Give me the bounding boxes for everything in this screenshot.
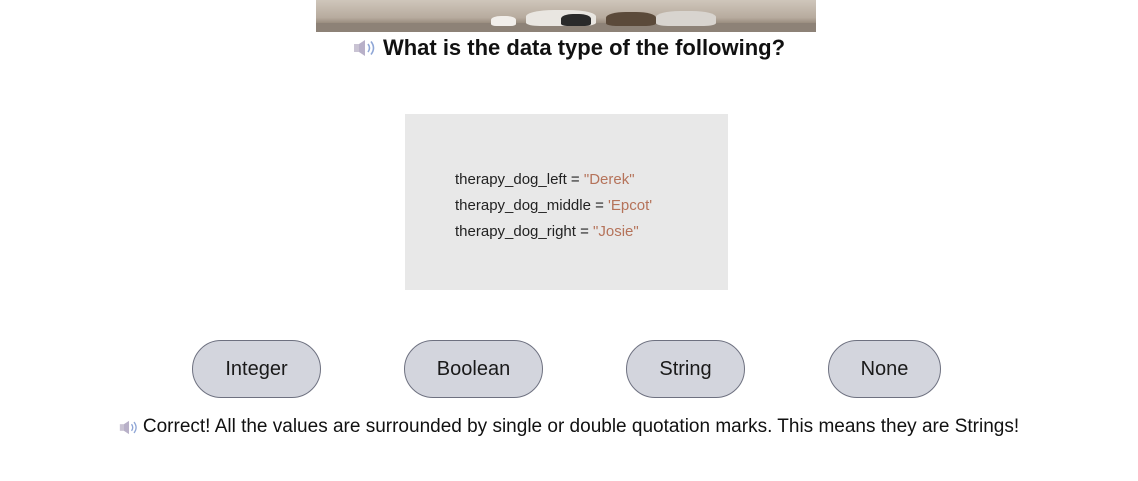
image-dog-shape — [491, 16, 516, 26]
code-lines: therapy_dog_left = "Derek" therapy_dog_m… — [455, 167, 652, 245]
image-dog-shape — [561, 14, 591, 26]
image-dog-shape — [606, 12, 656, 26]
variable-name: therapy_dog_middle — [455, 197, 591, 214]
variable-name: therapy_dog_right — [455, 223, 576, 240]
code-line: therapy_dog_right = "Josie" — [455, 219, 652, 245]
code-block: therapy_dog_left = "Derek" therapy_dog_m… — [405, 114, 728, 290]
speaker-icon[interactable] — [119, 420, 139, 435]
answer-string-button[interactable]: String — [626, 340, 745, 398]
answer-integer-button[interactable]: Integer — [192, 340, 321, 398]
string-value: "Derek" — [583, 171, 635, 188]
answer-none-button[interactable]: None — [828, 340, 941, 398]
assign-operator: = — [590, 197, 609, 214]
code-line: therapy_dog_left = "Derek" — [455, 167, 652, 193]
assign-operator: = — [566, 171, 584, 188]
answer-boolean-button[interactable]: Boolean — [404, 340, 543, 398]
question-text: What is the data type of the following? — [382, 35, 786, 60]
feedback-row: Correct! All the values are surrounded b… — [0, 414, 1138, 440]
assign-operator: = — [575, 223, 594, 240]
variable-name: therapy_dog_left — [455, 171, 567, 188]
string-value: "Josie" — [593, 223, 639, 240]
string-value: 'Epcot' — [608, 197, 653, 214]
speaker-icon[interactable] — [353, 39, 377, 57]
image-dog-shape — [656, 11, 716, 26]
feedback-text: Correct! All the values are surrounded b… — [142, 416, 1020, 437]
code-line: therapy_dog_middle = 'Epcot' — [455, 193, 652, 219]
question-row: What is the data type of the following? — [0, 33, 1138, 63]
header-dogs-image — [316, 0, 816, 32]
